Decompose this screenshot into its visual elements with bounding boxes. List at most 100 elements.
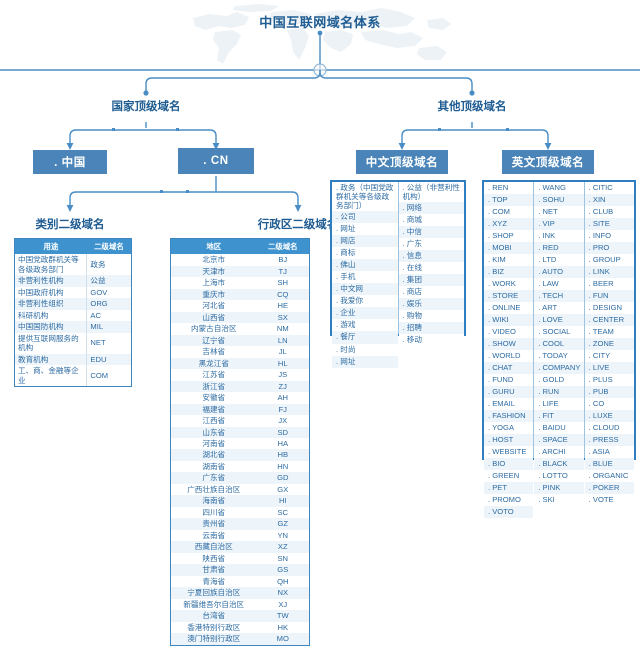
tld-item[interactable]: . FIT: [534, 410, 584, 423]
tld-item[interactable]: . VOTO: [484, 506, 534, 519]
tld-item[interactable]: . WIKI: [484, 314, 534, 327]
tld-item[interactable]: . 广东: [398, 238, 464, 251]
tld-item[interactable]: . WORLD: [484, 350, 534, 363]
tld-item[interactable]: . TOP: [484, 194, 534, 207]
tld-item[interactable]: . VIP: [534, 218, 584, 231]
node-dot-cn[interactable]: . CN: [178, 148, 254, 174]
tld-item[interactable]: . RED: [534, 242, 584, 255]
chinese-tld-listbox[interactable]: . 政务（中国党政群机关等各级政务部门）. 公司 . 网址 . 网店. 商标. 佛山…: [330, 180, 466, 368]
tld-item[interactable]: . LOVE: [534, 314, 584, 327]
tld-item[interactable]: . LOTTO: [534, 470, 584, 483]
tld-item[interactable]: . PRO: [584, 242, 634, 255]
tld-item[interactable]: . CHAT: [484, 362, 534, 375]
tld-item[interactable]: . GROUP: [584, 254, 634, 267]
tld-item[interactable]: . EMAIL: [484, 398, 534, 411]
tld-item[interactable]: . INK: [534, 230, 584, 243]
node-english-tld[interactable]: 英文顶级域名: [502, 150, 594, 174]
tld-item[interactable]: . LAW: [534, 278, 584, 291]
tld-item[interactable]: . TODAY: [534, 350, 584, 363]
english-tld-listbox[interactable]: . REN. TOP. COM. XYZ. SHOP. MOBI. KIM. B…: [482, 180, 636, 519]
tld-item[interactable]: . 商标: [332, 247, 398, 260]
tld-item[interactable]: . SITE: [584, 218, 634, 231]
tld-item[interactable]: . FUN: [584, 290, 634, 303]
node-chinese-tld[interactable]: 中文顶级域名: [356, 150, 448, 174]
tld-item[interactable]: . AUTO: [534, 266, 584, 279]
tld-item[interactable]: . LIVE: [584, 362, 634, 375]
tld-item[interactable]: . BLACK: [534, 458, 584, 471]
tld-item[interactable]: . 公益（非营利性机构）: [398, 182, 464, 203]
tld-item[interactable]: . ORGANIC: [584, 470, 634, 483]
tld-item[interactable]: . SOCIAL: [534, 326, 584, 339]
tld-item[interactable]: . 佛山: [332, 259, 398, 272]
tld-item[interactable]: . 政务（中国党政群机关等各级政务部门）: [332, 182, 398, 212]
tld-item[interactable]: . WANG: [534, 182, 584, 195]
tld-item[interactable]: . 商店: [398, 286, 464, 299]
tld-item[interactable]: . SKI: [534, 494, 584, 507]
tld-item[interactable]: . BEER: [584, 278, 634, 291]
tld-item[interactable]: . MOBI: [484, 242, 534, 255]
category-sld-table[interactable]: 用途 二级域名 中国党政群机关等各级政务部门 政务 非营利性机构 公益 中国政府机构 GO…: [14, 238, 132, 388]
tld-item[interactable]: . COMPANY: [534, 362, 584, 375]
tld-item[interactable]: . SPACE: [534, 434, 584, 447]
tld-item[interactable]: . CITY: [584, 350, 634, 363]
tld-item[interactable]: . SOHU: [534, 194, 584, 207]
tld-item[interactable]: . SHOP: [484, 230, 534, 243]
tld-item[interactable]: . VIDEO: [484, 326, 534, 339]
tld-item[interactable]: . HOST: [484, 434, 534, 447]
tld-item[interactable]: . 游戏: [332, 319, 398, 332]
tld-item[interactable]: . 招聘: [398, 322, 464, 335]
tld-item[interactable]: . WORK: [484, 278, 534, 291]
tld-item[interactable]: . NET: [534, 206, 584, 219]
tld-item[interactable]: . LUXE: [584, 410, 634, 423]
tld-item[interactable]: . PRESS: [584, 434, 634, 447]
tld-item[interactable]: . POKER: [584, 482, 634, 495]
tld-item[interactable]: . 网址: [332, 355, 398, 368]
tld-item[interactable]: . 我爱你: [332, 295, 398, 308]
tld-item[interactable]: . 信息: [398, 250, 464, 263]
tld-item[interactable]: . RUN: [534, 386, 584, 399]
tld-item[interactable]: . ART: [534, 302, 584, 315]
tld-item[interactable]: . YOGA: [484, 422, 534, 435]
tld-item[interactable]: . 商城: [398, 214, 464, 227]
tld-item[interactable]: . ARCHI: [534, 446, 584, 459]
tld-item[interactable]: . 公司: [332, 211, 398, 224]
tld-item[interactable]: . 网络: [398, 202, 464, 215]
tld-item[interactable]: . REN: [484, 182, 534, 195]
tld-item[interactable]: . CITIC: [584, 182, 634, 195]
tld-item[interactable]: . PET: [484, 482, 534, 495]
node-dot-zhongguo[interactable]: . 中国: [33, 150, 107, 174]
tld-item[interactable]: . COOL: [534, 338, 584, 351]
tld-item[interactable]: . 中文网: [332, 283, 398, 296]
tld-item[interactable]: . CLOUD: [584, 422, 634, 435]
tld-item[interactable]: . PROMO: [484, 494, 534, 507]
tld-item[interactable]: . PLUS: [584, 374, 634, 387]
tld-item[interactable]: . LINK: [584, 266, 634, 279]
tld-item[interactable]: . 餐厅: [332, 331, 398, 344]
tld-item[interactable]: . TEAM: [584, 326, 634, 339]
tld-item[interactable]: . FUND: [484, 374, 534, 387]
tld-item[interactable]: . STORE: [484, 290, 534, 303]
tld-item[interactable]: . PINK: [534, 482, 584, 495]
tld-item[interactable]: . 购物: [398, 310, 464, 323]
tld-item[interactable]: . INFO: [584, 230, 634, 243]
tld-item[interactable]: . WEBSITE: [484, 446, 534, 459]
tld-item[interactable]: . 在线: [398, 262, 464, 275]
tld-item[interactable]: . GOLD: [534, 374, 584, 387]
tld-item[interactable]: . BLUE: [584, 458, 634, 471]
tld-item[interactable]: . 娱乐: [398, 298, 464, 311]
tld-item[interactable]: . 时尚: [332, 343, 398, 356]
tld-item[interactable]: . 移动: [398, 334, 464, 347]
tld-item[interactable]: . CLUB: [584, 206, 634, 219]
tld-item[interactable]: . VOTE: [584, 494, 634, 507]
tld-item[interactable]: . CENTER: [584, 314, 634, 327]
tld-item[interactable]: . BIZ: [484, 266, 534, 279]
tld-item[interactable]: . KIM: [484, 254, 534, 267]
tld-item[interactable]: . LIFE: [534, 398, 584, 411]
tld-item[interactable]: . 网店: [332, 235, 398, 248]
tld-item[interactable]: . DESIGN: [584, 302, 634, 315]
tld-item[interactable]: . ASIA: [584, 446, 634, 459]
tld-item[interactable]: . LTD: [534, 254, 584, 267]
tld-item[interactable]: . SHOW: [484, 338, 534, 351]
admin-sld-table[interactable]: 地区 二级域名 北京市 BJ 天津市 TJ 上海市 SH 重庆市 CQ 河北省 HE 山西省 SX 内蒙…: [170, 238, 310, 646]
tld-item[interactable]: . GREEN: [484, 470, 534, 483]
